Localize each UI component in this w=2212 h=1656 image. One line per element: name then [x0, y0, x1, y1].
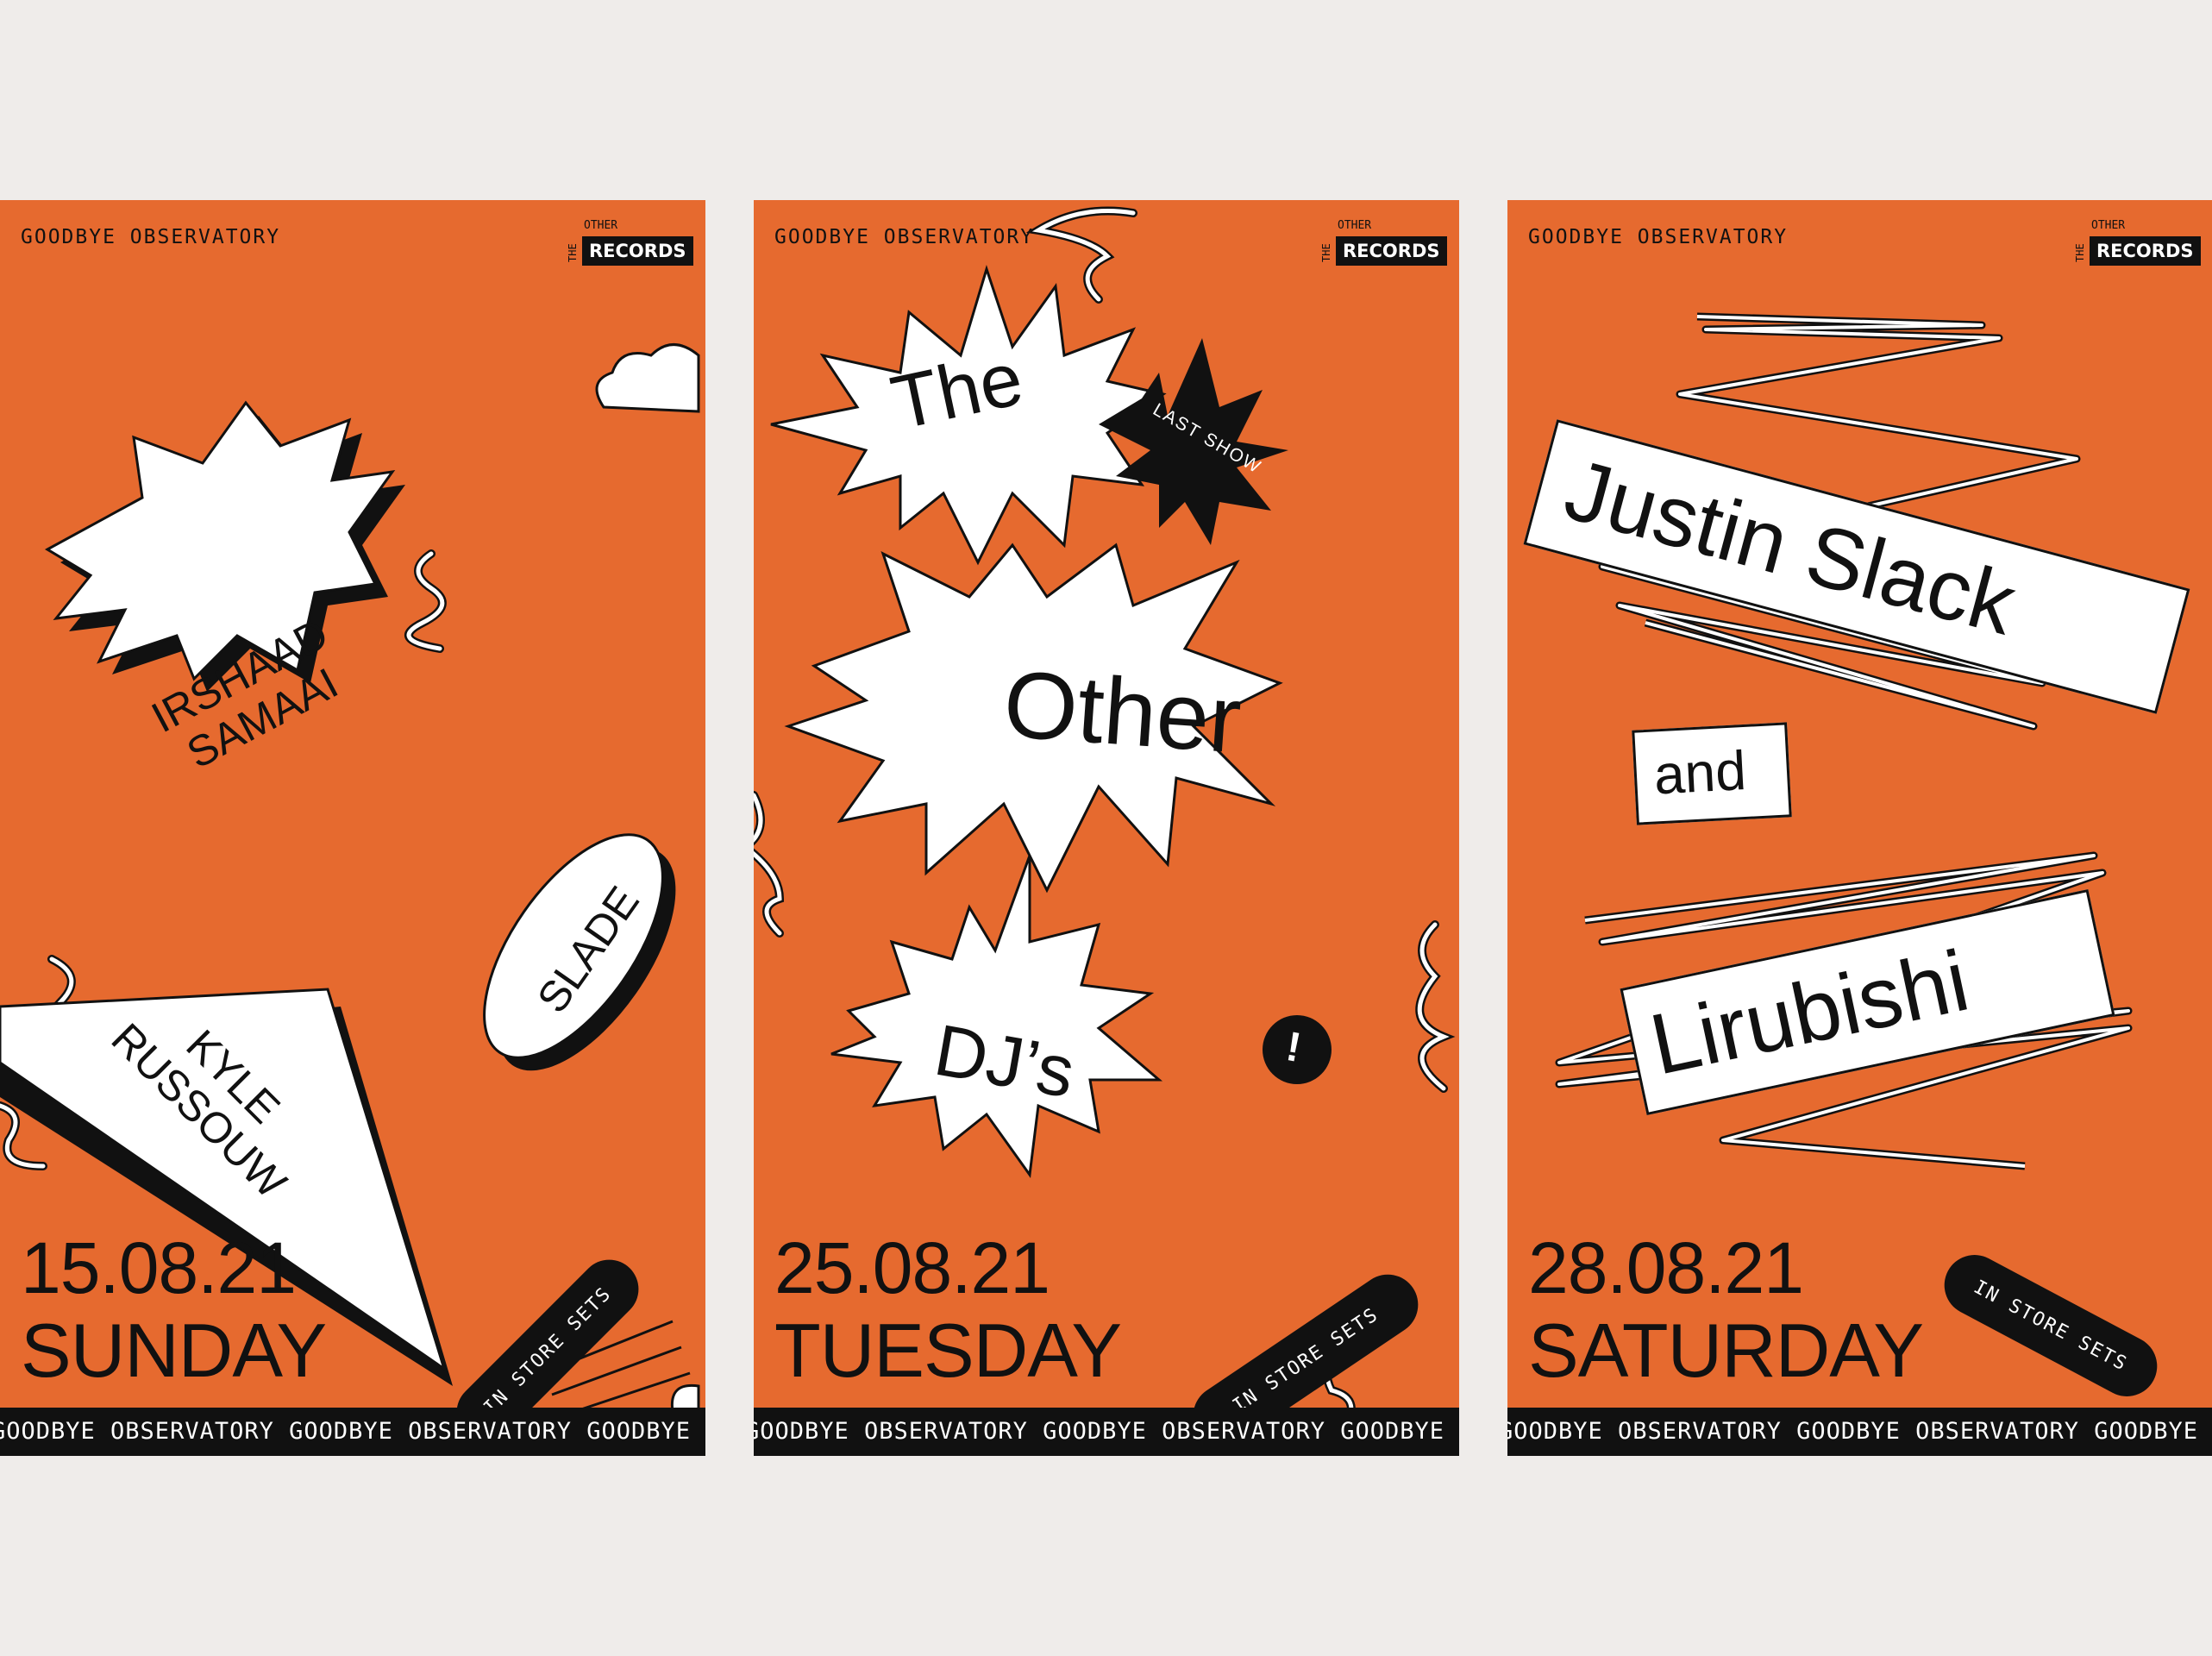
- event-day: SUNDAY: [21, 1308, 327, 1393]
- logo-other: OTHER: [1338, 219, 1372, 232]
- ticker-text: GOODBYE OBSERVATORY GOODBYE OBSERVATORY …: [754, 1418, 1459, 1445]
- header-text: GOODBYE OBSERVATORY: [1528, 226, 1789, 248]
- poster-tuesday: GOODBYE OBSERVATORY OTHER THE RECORDS Th…: [754, 200, 1459, 1456]
- logo-other: OTHER: [584, 219, 618, 232]
- event-date: 15.08.21: [21, 1227, 297, 1308]
- header-text: GOODBYE OBSERVATORY: [774, 226, 1035, 248]
- header-text: GOODBYE OBSERVATORY: [21, 226, 281, 248]
- ticker-text: GOODBYE OBSERVATORY GOODBYE OBSERVATORY …: [0, 1418, 705, 1445]
- logo-the: THE: [567, 243, 579, 262]
- starburst-shape: [830, 855, 1163, 1178]
- records-logo: OTHER THE RECORDS: [567, 219, 693, 271]
- ticker-text: GOODBYE OBSERVATORY GOODBYE OBSERVATORY …: [1507, 1418, 2212, 1445]
- event-day: TUESDAY: [774, 1308, 1122, 1393]
- records-logo: OTHER THE RECORDS: [1320, 219, 1447, 271]
- artist-box: and: [1632, 722, 1792, 825]
- starburst-shape: [44, 400, 396, 681]
- ticker-strip: GOODBYE OBSERVATORY GOODBYE OBSERVATORY …: [754, 1408, 1459, 1456]
- ticker-strip: GOODBYE OBSERVATORY GOODBYE OBSERVATORY …: [0, 1408, 705, 1456]
- logo-records: RECORDS: [1336, 236, 1447, 266]
- event-date: 28.08.21: [1528, 1227, 1804, 1308]
- poster-saturday: GOODBYE OBSERVATORY OTHER THE RECORDS Ju…: [1507, 200, 2212, 1456]
- logo-records: RECORDS: [582, 236, 693, 266]
- cloud-shape: [595, 343, 700, 413]
- squiggle-shape: [404, 549, 447, 653]
- poster-sunday: GOODBYE OBSERVATORY OTHER THE RECORDS IR…: [0, 200, 705, 1456]
- ticker-strip: GOODBYE OBSERVATORY GOODBYE OBSERVATORY …: [1507, 1408, 2212, 1456]
- headline-word: Other: [1000, 650, 1245, 774]
- logo-the: THE: [1320, 243, 1332, 262]
- records-logo: OTHER THE RECORDS: [2074, 219, 2201, 271]
- logo-records: RECORDS: [2090, 236, 2201, 266]
- squiggle-shape: [406, 551, 445, 651]
- event-date: 25.08.21: [774, 1227, 1050, 1308]
- logo-the: THE: [2074, 243, 2086, 262]
- event-day: SATURDAY: [1528, 1308, 1924, 1393]
- logo-other: OTHER: [2091, 219, 2126, 232]
